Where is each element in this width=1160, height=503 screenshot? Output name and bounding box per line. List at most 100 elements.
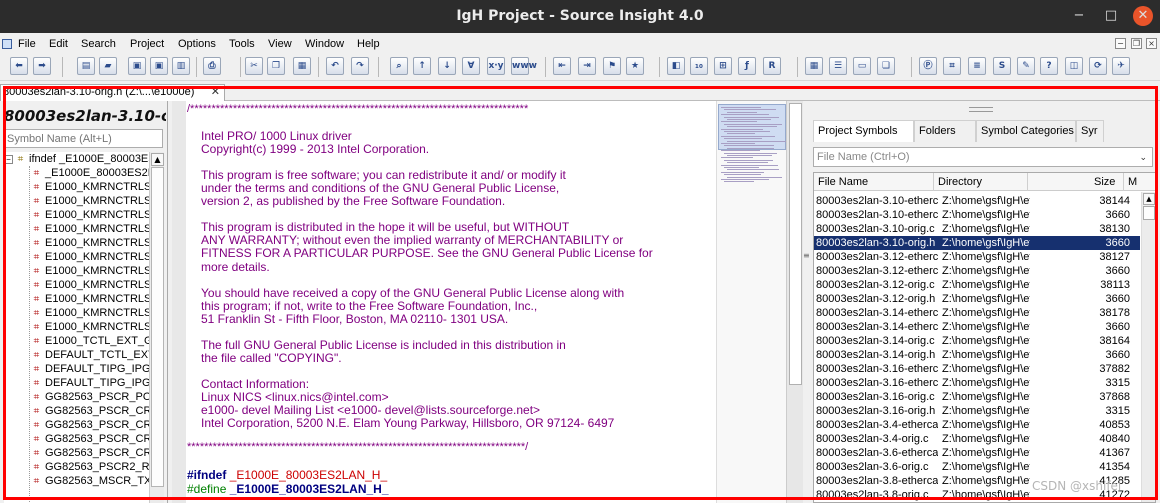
column-file-name[interactable]: File Name [814, 173, 934, 191]
symbol-tree-item[interactable]: ⌗ GG82563_PSCR_CROSSOVER_MODE_AUTO [32, 446, 149, 460]
call-tree-button[interactable]: ⊞ [714, 57, 732, 75]
symbol-tree-item[interactable]: ⌗ DEFAULT_TCTL_EXT_GCEX_80003ES2LAN [32, 348, 149, 362]
symbol-tree-item[interactable]: ⌗ E1000_KMRNCTRLSTA_HD_CTRL_1000_DEFAULT [32, 292, 149, 306]
cut-button[interactable]: ✂ [245, 57, 263, 75]
define-macro[interactable]: _E1000E_80003ES2LAN_H_ [230, 482, 389, 496]
symbol-tree-scrollbar[interactable]: ▲ [149, 152, 164, 503]
collapse-icon[interactable]: − [4, 155, 13, 164]
scrollbar-thumb[interactable] [1143, 206, 1155, 220]
file-row[interactable]: 80003es2lan-3.16-ethercat.h Z:\home\gsf\I… [814, 376, 1140, 390]
file-row[interactable]: 80003es2lan-3.16-orig.c Z:\home\gsf\IgH\e… [814, 390, 1140, 404]
symbol-tree-item[interactable]: ⌗ DEFAULT_TIPG_IPGT_1000_80003ES2LAN [32, 362, 149, 376]
symbol-tree-item[interactable]: ⌗ E1000_KMRNCTRLSTA_FIFO_CTRL_RX_BYPASS [32, 236, 149, 250]
symbol-tree-item[interactable]: ⌗ GG82563_PSCR_CROSSOVER_MODE_MASK [32, 404, 149, 418]
symbol-tree-item[interactable]: ⌗ E1000_KMRNCTRLSTA_OFFSET_FIFO_CTRL [32, 180, 149, 194]
file-row[interactable]: 80003es2lan-3.4-ethercat.c Z:\home\gsf\Ig… [814, 418, 1140, 432]
search-up-button[interactable]: ↑ [413, 57, 431, 75]
file-row[interactable]: 80003es2lan-3.14-ethercat.c Z:\home\gsf\I… [814, 306, 1140, 320]
symbol-tree-item[interactable]: ⌗ E1000_KMRNCTRLSTA_OFFSET_HD_CTRL [32, 208, 149, 222]
search-down-button[interactable]: ↓ [438, 57, 456, 75]
mdi-close-button[interactable]: × [1146, 38, 1157, 49]
r-button[interactable]: R [763, 57, 781, 75]
file-row[interactable]: 80003es2lan-3.10-orig.c Z:\home\gsf\IgH\e… [814, 222, 1140, 236]
symbol-tree-item[interactable]: ⌗ E1000_KMRNCTRLSTA_INB_CTRL_DIS_PADDING [32, 264, 149, 278]
file-row[interactable]: 80003es2lan-3.4-orig.c Z:\home\gsf\IgH\et… [814, 432, 1140, 446]
editor-scrollbar[interactable] [786, 101, 803, 503]
symbol-tree-item[interactable]: ⌗ GG82563_PSCR_CROSSOVER_MODE_MDIX [32, 432, 149, 446]
symbol-tree-item[interactable]: ⌗ E1000_TCTL_EXT_GCEX_MASK [32, 334, 149, 348]
mdi-restore-button[interactable]: ❐ [1131, 38, 1142, 49]
column-size[interactable]: Size [1028, 173, 1124, 191]
layout4-button[interactable]: ❏ [877, 57, 895, 75]
close-window-button[interactable]: ✕ [1133, 6, 1153, 26]
symbol-tree-item[interactable]: ⌗ GG82563_MSCR_TX_CLK_MASK [32, 474, 149, 488]
menu-edit[interactable]: Edit [49, 38, 68, 50]
tab-folders[interactable]: Folders [914, 120, 976, 142]
chevron-down-icon[interactable]: ⌄ [1139, 148, 1147, 166]
jump-left-button[interactable]: ⇤ [553, 57, 571, 75]
column-modified[interactable]: M [1124, 173, 1155, 191]
references-button[interactable]: ₁₀ [690, 57, 708, 75]
layout1-button[interactable]: ▦ [805, 57, 823, 75]
xy-button[interactable]: x·y [487, 57, 505, 75]
web-button[interactable]: www [511, 57, 537, 75]
menu-search[interactable]: Search [81, 38, 116, 50]
file-row[interactable]: 80003es2lan-3.10-orig.h Z:\home\gsf\IgH\e… [814, 236, 1140, 250]
symbol-tree-item[interactable]: ⌗ E1000_KMRNCTRLSTA_OFFSET_MAC2PHY_OPMODE [32, 222, 149, 236]
open-button[interactable]: ▰ [99, 57, 117, 75]
save-button[interactable]: ▣ [128, 57, 146, 75]
symbol-tree-item[interactable]: ⌗ GG82563_PSCR2_REVERSE_AUTO_NEG [32, 460, 149, 474]
tab-project-symbols[interactable]: Project Symbols [813, 120, 914, 142]
browse-button[interactable]: ◧ [667, 57, 685, 75]
menu-tools[interactable]: Tools [229, 38, 255, 50]
paste-button[interactable]: ▦ [293, 57, 311, 75]
undo-button[interactable]: ↶ [326, 57, 344, 75]
file-row[interactable]: 80003es2lan-3.16-ethercat.c Z:\home\gsf\I… [814, 362, 1140, 376]
relation-window-button[interactable]: ≡ [968, 57, 986, 75]
file-row[interactable]: 80003es2lan-3.6-ethercat.c Z:\home\gsf\Ig… [814, 446, 1140, 460]
scrollbar-thumb[interactable] [151, 167, 164, 487]
redo-button[interactable]: ↷ [351, 57, 369, 75]
help-button[interactable]: ? [1040, 57, 1058, 75]
menu-view[interactable]: View [268, 38, 292, 50]
window-button[interactable]: ◫ [1065, 57, 1083, 75]
layout3-button[interactable]: ▭ [853, 57, 871, 75]
symbol-window-button[interactable]: ⌗ [943, 57, 961, 75]
file-list-scrollbar[interactable]: ▲ [1141, 192, 1155, 502]
column-directory[interactable]: Directory [934, 173, 1028, 191]
symbol-tree-item[interactable]: ⌗ E1000_KMRNCTRLSTA_OPMODE_MASK [32, 320, 149, 334]
file-row[interactable]: 80003es2lan-3.12-orig.h Z:\home\gsf\IgH\e… [814, 292, 1140, 306]
scroll-up-icon[interactable]: ▲ [1143, 193, 1155, 205]
layout2-button[interactable]: ☰ [829, 57, 847, 75]
overview-minimap[interactable] [716, 101, 787, 503]
file-name-input[interactable]: File Name (Ctrl+O) ⌄ [813, 147, 1153, 167]
file-row[interactable]: 80003es2lan-3.14-orig.c Z:\home\gsf\IgH\e… [814, 334, 1140, 348]
close-file-button[interactable]: ▥ [172, 57, 190, 75]
jump-right-button[interactable]: ⇥ [578, 57, 596, 75]
minimize-window-button[interactable]: − [1069, 6, 1089, 26]
tab-80003es2lan-orig-h[interactable]: 80003es2lan-3.10-orig.h (Z:\...\e1000e) … [0, 84, 225, 101]
menu-options[interactable]: Options [178, 38, 216, 50]
bookmark-button[interactable]: ⚑ [603, 57, 621, 75]
symbol-tree-item[interactable]: ⌗ GG82563_PSCR_CROSSOVER_MODE_MDI [32, 418, 149, 432]
copy-button[interactable]: ❐ [267, 57, 285, 75]
file-row[interactable]: 80003es2lan-3.16-orig.h Z:\home\gsf\IgH\e… [814, 404, 1140, 418]
tab-syr[interactable]: Syr [1076, 120, 1104, 142]
menu-window[interactable]: Window [305, 38, 344, 50]
file-row[interactable]: 80003es2lan-3.6-orig.c Z:\home\gsf\IgH\et… [814, 460, 1140, 474]
code-editor[interactable]: /***************************************… [172, 101, 716, 503]
file-row[interactable]: 80003es2lan-3.12-ethercat.h Z:\home\gsf\I… [814, 264, 1140, 278]
symbol-tree-item[interactable]: ⌗ E1000_KMRNCTRLSTA_HD_CTRL_10_100_DEFAUL… [32, 278, 149, 292]
file-row[interactable]: 80003es2lan-3.10-ethercat.c Z:\home\gsf\I… [814, 194, 1140, 208]
file-row[interactable]: 80003es2lan-3.14-ethercat.h Z:\home\gsf\I… [814, 320, 1140, 334]
panel-grip-icon[interactable] [969, 107, 993, 112]
symbol-tree-item[interactable]: ⌗ E1000_KMRNCTRLSTA_FIFO_CTRL_TX_BYPASS [32, 250, 149, 264]
clip-button[interactable]: ✎ [1017, 57, 1035, 75]
find-button[interactable]: ⌕ [390, 57, 408, 75]
si-button[interactable]: ✈ [1112, 57, 1130, 75]
ifndef-macro[interactable]: _E1000E_80003ES2LAN_H_ [230, 468, 387, 482]
back-button[interactable]: ⬅ [10, 57, 28, 75]
menu-project[interactable]: Project [130, 38, 164, 50]
maximize-window-button[interactable]: □ [1101, 6, 1121, 26]
file-row[interactable]: 80003es2lan-3.14-orig.h Z:\home\gsf\IgH\e… [814, 348, 1140, 362]
